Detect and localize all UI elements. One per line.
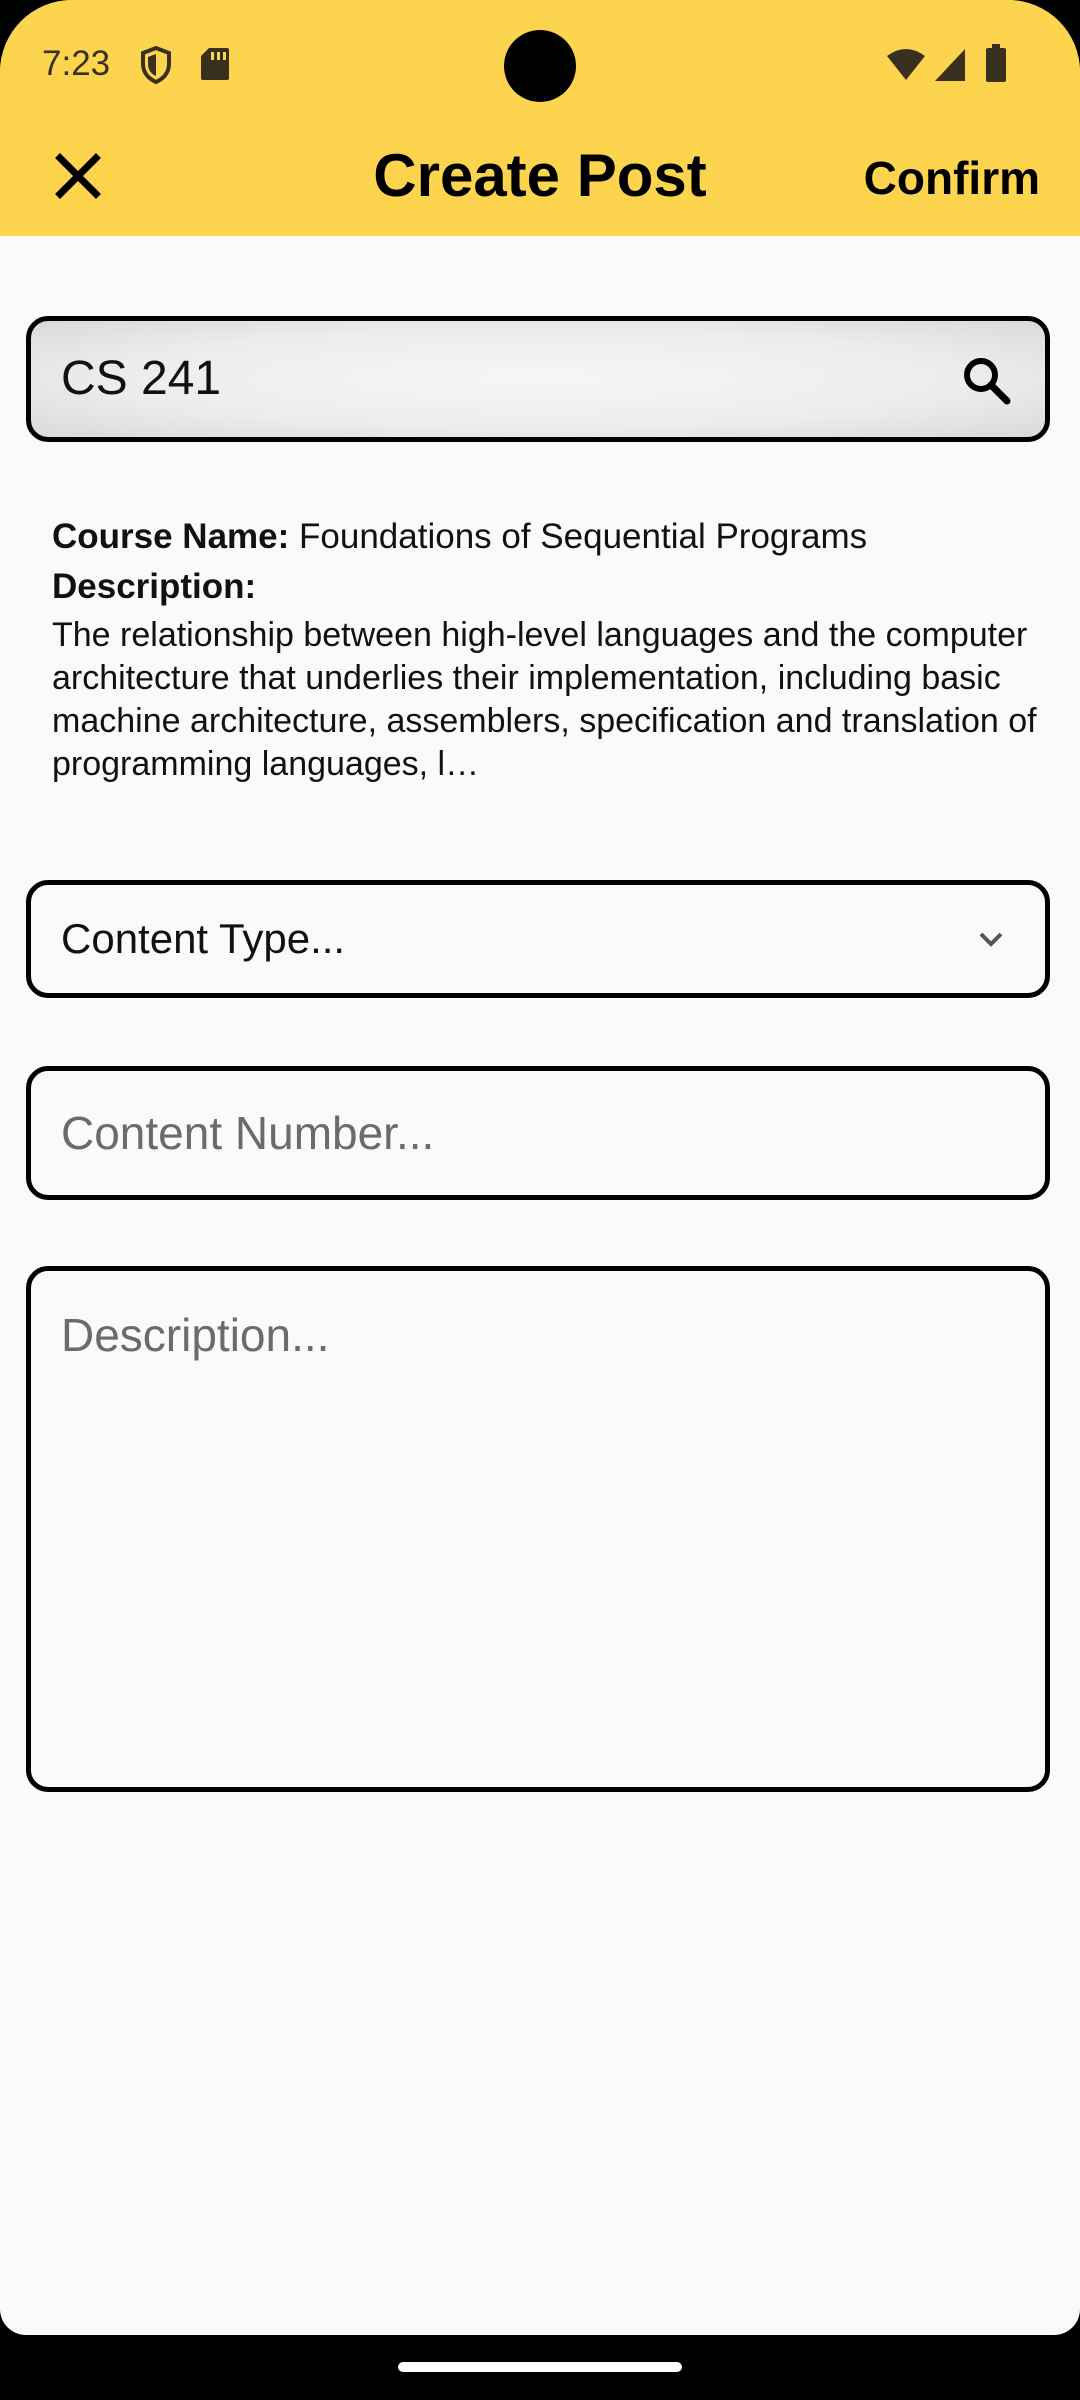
content-type-placeholder: Content Type...: [61, 915, 346, 962]
confirm-button[interactable]: Confirm: [864, 148, 1040, 208]
app-screen: 7:23 Create Post Confirm CS 241 Course N…: [0, 0, 1080, 2335]
course-search-box[interactable]: CS 241: [26, 316, 1050, 442]
course-search-input[interactable]: CS 241: [61, 321, 221, 437]
camera-cutout: [504, 30, 576, 102]
top-app-bar: 7:23 Create Post Confirm: [0, 0, 1080, 236]
course-description-label: Description:: [52, 567, 257, 606]
content-number-field[interactable]: [61, 1071, 1011, 1195]
course-description-value: The relationship between high-level lang…: [52, 616, 1037, 783]
home-indicator[interactable]: [398, 2362, 682, 2372]
course-name-label: Course Name:: [52, 517, 290, 556]
description-field[interactable]: [61, 1307, 1011, 1767]
course-name-value: Foundations of Sequential Programs: [299, 517, 868, 556]
content-number-field-frame: [26, 1066, 1050, 1200]
signal-icon: [934, 48, 966, 87]
shield-icon: [140, 45, 172, 89]
course-name-row: Course Name: Foundations of Sequential P…: [52, 512, 1042, 562]
content-type-select[interactable]: Content Type...: [26, 880, 1050, 998]
status-time: 7:23: [42, 44, 111, 83]
description-field-frame: [26, 1266, 1050, 1792]
chevron-down-icon: [979, 932, 1003, 947]
search-icon[interactable]: [961, 355, 1011, 405]
wifi-icon: [886, 48, 926, 87]
course-info: Course Name: Foundations of Sequential P…: [52, 512, 1042, 786]
battery-icon: [986, 44, 1006, 87]
sd-card-icon: [200, 46, 230, 87]
